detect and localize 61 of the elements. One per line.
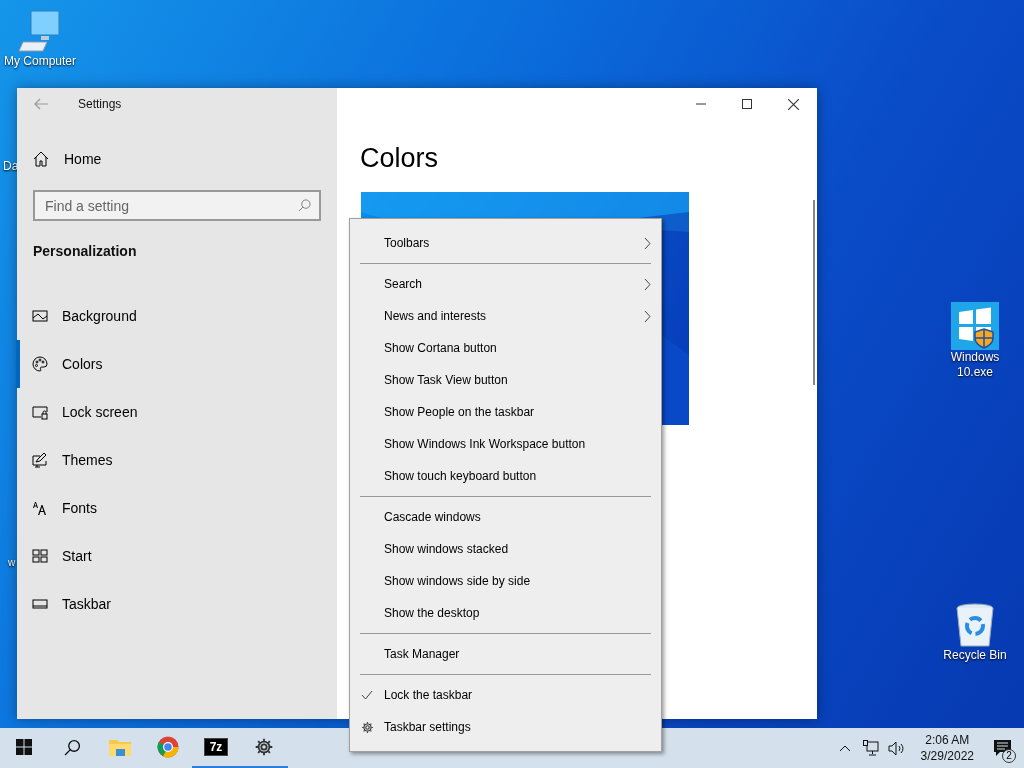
chevron-right-icon (644, 309, 651, 323)
letters-icon (32, 500, 48, 516)
nav-item[interactable]: Fonts (16, 484, 337, 532)
menu-item[interactable]: Show the desktop (350, 597, 661, 629)
home-icon (33, 151, 49, 167)
gear-icon (360, 720, 374, 734)
search-field[interactable]: Find a setting (33, 190, 321, 221)
computer-icon (17, 8, 63, 54)
menu-item[interactable]: Cascade windows (350, 501, 661, 533)
home-link[interactable]: Home (17, 144, 337, 174)
nav-item[interactable]: Taskbar (16, 580, 337, 628)
chevron-right-icon (644, 277, 651, 291)
nav-item[interactable]: Background (16, 292, 337, 340)
palette-icon (32, 356, 48, 372)
menu-item[interactable]: Show Windows Ink Workspace button (350, 428, 661, 460)
nav-item[interactable]: Lock screen (16, 388, 337, 436)
windows-logo-icon (16, 739, 32, 755)
page-heading: Colors (360, 142, 440, 175)
recycle-bin-icon (955, 602, 995, 648)
brush-monitor-icon (32, 452, 48, 468)
maximize-icon[interactable] (742, 99, 752, 109)
menu-item[interactable]: Show windows side by side (350, 565, 661, 597)
speaker-icon[interactable] (887, 740, 905, 756)
archiver-icon: 7z (204, 738, 228, 756)
chevron-up-icon[interactable] (838, 744, 851, 752)
browser-icon (157, 736, 179, 758)
menu-item[interactable]: Task Manager (350, 638, 661, 670)
taskbar-button[interactable]: 7z (192, 728, 240, 768)
menu-item[interactable]: Taskbar settings (350, 711, 661, 743)
menu-item[interactable]: Search (350, 268, 661, 300)
desktop-icon-label[interactable]: Recycle Bin (943, 648, 1007, 663)
menu-item[interactable]: News and interests (350, 300, 661, 332)
window-title: Settings (78, 96, 122, 113)
network-icon[interactable] (862, 740, 879, 756)
desktop-icon-label[interactable]: w (8, 555, 16, 570)
picture-frame-icon (32, 308, 48, 324)
installer-icon (951, 302, 999, 350)
taskbar-icon (32, 596, 48, 612)
search-icon (63, 738, 81, 756)
notifications-button[interactable]: 2 (980, 728, 1024, 768)
search-icon (298, 199, 311, 212)
clock[interactable]: 2:06 AM 3/29/2022 (920, 732, 974, 764)
menu-item[interactable]: Show Cortana button (350, 332, 661, 364)
tiles-icon (32, 548, 48, 564)
menu-item[interactable]: Lock the taskbar (350, 679, 661, 711)
section-heading: Personalization (33, 242, 138, 261)
gear-icon (254, 737, 274, 757)
menu-item[interactable]: Show Task View button (350, 364, 661, 396)
desktop-icon-label[interactable]: Windows 10.exe (944, 350, 1006, 380)
folder-icon (109, 738, 131, 756)
nav-item[interactable]: Start (16, 532, 337, 580)
menu-item[interactable]: Show People on the taskbar (350, 396, 661, 428)
menu-item[interactable]: Show touch keyboard button (350, 460, 661, 492)
chevron-right-icon (644, 236, 651, 250)
nav-item[interactable]: Themes (16, 436, 337, 484)
menu-item[interactable]: Show windows stacked (350, 533, 661, 565)
menu-item[interactable]: Toolbars (350, 227, 661, 259)
lock-screen-icon (32, 404, 48, 420)
close-icon[interactable] (788, 98, 799, 110)
scrollbar[interactable] (813, 200, 815, 385)
notification-count: 2 (1002, 749, 1016, 763)
